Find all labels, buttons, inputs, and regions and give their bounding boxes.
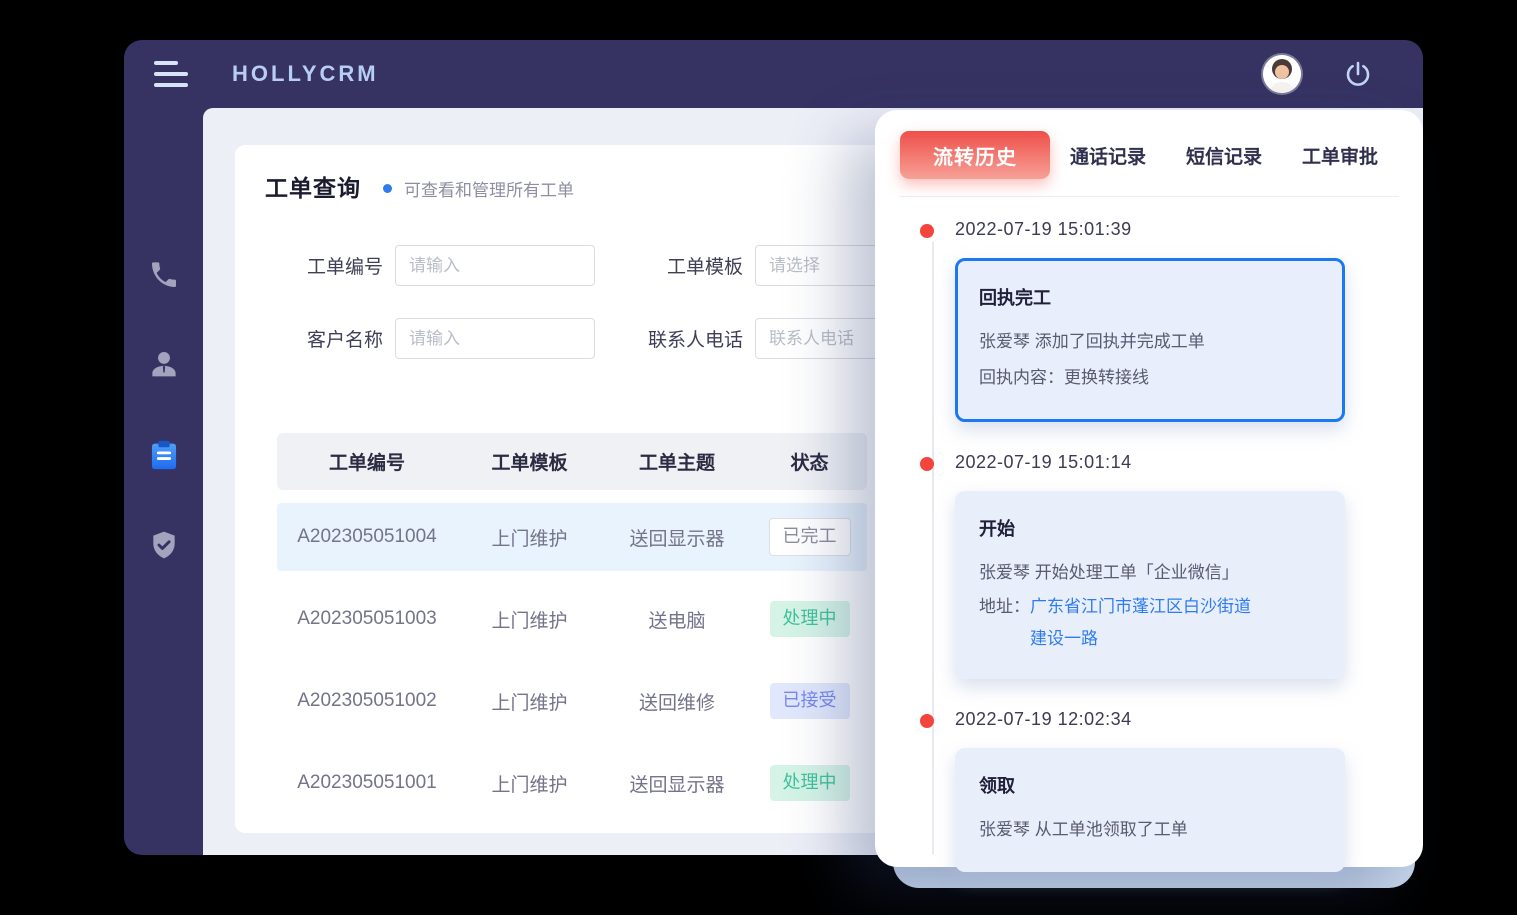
subtitle-dot-icon bbox=[383, 184, 392, 193]
work-order-table: 工单编号 工单模板 工单主题 状态 A202305051004 上门维护 送回显… bbox=[277, 433, 867, 831]
timeline-time: 2022-07-19 12:02:34 bbox=[955, 709, 1395, 730]
tab-sms-records[interactable]: 短信记录 bbox=[1166, 142, 1282, 169]
timeline-address: 地址： 广东省江门市蓬江区白沙街道 建设一路 bbox=[979, 591, 1321, 655]
filter-label-contact-phone: 联系人电话 bbox=[595, 325, 743, 352]
table-row[interactable]: A202305051001 上门维护 送回显示器 处理中 bbox=[277, 749, 867, 817]
timeline-card-line: 张爱琴 开始处理工单「企业微信」 bbox=[979, 555, 1321, 591]
status-badge: 处理中 bbox=[770, 601, 850, 637]
timeline-card-title: 开始 bbox=[979, 515, 1321, 541]
sidebar-item-calls[interactable] bbox=[147, 258, 181, 292]
cell-subject: 送回显示器 bbox=[602, 770, 752, 797]
timeline-card-completed[interactable]: 回执完工 张爱琴 添加了回执并完成工单 回执内容：更换转接线 bbox=[955, 258, 1345, 422]
page-title: 工单查询 bbox=[265, 169, 361, 203]
timeline-card-line: 回执内容：更换转接线 bbox=[979, 360, 1321, 396]
timeline-time: 2022-07-19 15:01:14 bbox=[955, 452, 1395, 473]
avatar[interactable] bbox=[1263, 55, 1301, 93]
cell-order-id: A202305051001 bbox=[277, 772, 457, 794]
customer-name-input[interactable] bbox=[395, 318, 595, 359]
tab-order-approval[interactable]: 工单审批 bbox=[1282, 142, 1398, 169]
col-header-order-id: 工单编号 bbox=[277, 448, 457, 475]
cell-subject: 送回维修 bbox=[602, 688, 752, 715]
cell-template: 上门维护 bbox=[457, 606, 602, 633]
timeline-entry: 2022-07-19 12:02:34 领取 张爱琴 从工单池领取了工单 bbox=[955, 709, 1395, 872]
col-header-status: 状态 bbox=[752, 448, 867, 475]
contacts-icon bbox=[147, 348, 181, 382]
cell-order-id: A202305051004 bbox=[277, 526, 457, 548]
filter-label-order-id: 工单编号 bbox=[265, 252, 383, 279]
timeline-card-line: 张爱琴 添加了回执并完成工单 bbox=[979, 324, 1321, 360]
cell-order-id: A202305051002 bbox=[277, 690, 457, 712]
app-header: HOLLYCRM bbox=[124, 40, 1423, 108]
filter-label-customer: 客户名称 bbox=[265, 325, 383, 352]
tab-flow-history[interactable]: 流转历史 bbox=[900, 131, 1050, 179]
cell-subject: 送回显示器 bbox=[602, 524, 752, 551]
timeline-card-title: 领取 bbox=[979, 772, 1321, 798]
page-subtitle: 可查看和管理所有工单 bbox=[404, 176, 574, 201]
timeline-time: 2022-07-19 15:01:39 bbox=[955, 219, 1395, 240]
phone-icon bbox=[148, 259, 180, 291]
sidebar-item-contacts[interactable] bbox=[147, 348, 181, 382]
detail-tabs: 流转历史 通话记录 短信记录 工单审批 bbox=[875, 110, 1423, 179]
col-header-template: 工单模板 bbox=[457, 448, 602, 475]
timeline: 2022-07-19 15:01:39 回执完工 张爱琴 添加了回执并完成工单 … bbox=[875, 197, 1423, 872]
work-order-icon bbox=[147, 438, 181, 472]
power-icon[interactable] bbox=[1343, 59, 1373, 89]
table-row[interactable]: A202305051003 上门维护 送电脑 处理中 bbox=[277, 585, 867, 653]
detail-panel: 流转历史 通话记录 短信记录 工单审批 2022-07-19 15:01:39 … bbox=[875, 110, 1423, 867]
timeline-card-title: 回执完工 bbox=[979, 284, 1321, 310]
cell-template: 上门维护 bbox=[457, 770, 602, 797]
address-label: 地址： bbox=[979, 591, 1030, 655]
header-right bbox=[1263, 55, 1373, 93]
table-header: 工单编号 工单模板 工单主题 状态 bbox=[277, 433, 867, 490]
cell-template: 上门维护 bbox=[457, 524, 602, 551]
status-badge: 已接受 bbox=[770, 683, 850, 719]
table-row[interactable]: A202305051002 上门维护 送回维修 已接受 bbox=[277, 667, 867, 735]
address-link[interactable]: 建设一路 bbox=[1030, 623, 1251, 655]
timeline-entry: 2022-07-19 15:01:39 回执完工 张爱琴 添加了回执并完成工单 … bbox=[955, 219, 1395, 422]
cell-order-id: A202305051003 bbox=[277, 608, 457, 630]
sidebar-item-work-orders[interactable] bbox=[147, 438, 181, 472]
filter-label-template: 工单模板 bbox=[595, 252, 743, 279]
status-badge: 处理中 bbox=[770, 765, 850, 801]
tab-call-records[interactable]: 通话记录 bbox=[1050, 142, 1166, 169]
col-header-subject: 工单主题 bbox=[602, 448, 752, 475]
screen: HOLLYCRM bbox=[0, 0, 1517, 915]
cell-template: 上门维护 bbox=[457, 688, 602, 715]
sidebar-item-security[interactable] bbox=[147, 528, 181, 562]
timeline-card-line: 张爱琴 从工单池领取了工单 bbox=[979, 812, 1321, 848]
order-id-input[interactable] bbox=[395, 245, 595, 286]
security-icon bbox=[148, 529, 180, 561]
timeline-card-start[interactable]: 开始 张爱琴 开始处理工单「企业微信」 地址： 广东省江门市蓬江区白沙街道 建设… bbox=[955, 491, 1345, 679]
timeline-entry: 2022-07-19 15:01:14 开始 张爱琴 开始处理工单「企业微信」 … bbox=[955, 452, 1395, 679]
brand-logo: HOLLYCRM bbox=[232, 61, 379, 87]
menu-icon[interactable] bbox=[154, 61, 188, 87]
cell-subject: 送电脑 bbox=[602, 606, 752, 633]
sidebar bbox=[124, 108, 203, 855]
status-badge: 已完工 bbox=[769, 518, 851, 556]
timeline-card-claimed[interactable]: 领取 张爱琴 从工单池领取了工单 bbox=[955, 748, 1345, 872]
table-row[interactable]: A202305051004 上门维护 送回显示器 已完工 bbox=[277, 503, 867, 571]
address-link[interactable]: 广东省江门市蓬江区白沙街道 bbox=[1030, 591, 1251, 623]
